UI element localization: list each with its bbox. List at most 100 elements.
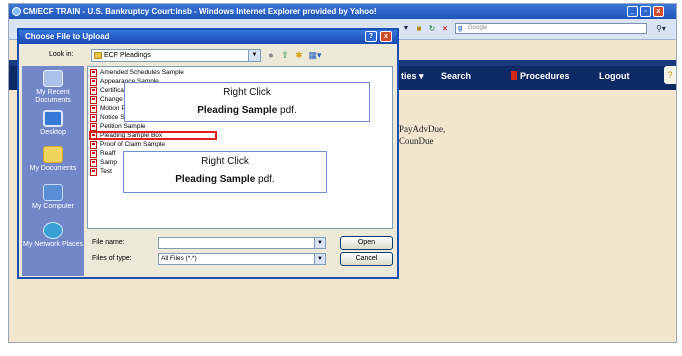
callout-line-1: Right Click bbox=[223, 87, 271, 98]
place-label: My Recent Documents bbox=[35, 89, 71, 104]
maximize-button[interactable]: ▫ bbox=[640, 6, 651, 17]
file-item-label: Reaff bbox=[100, 150, 116, 157]
place-my-network-places[interactable]: My Network Places bbox=[22, 222, 84, 249]
pdf-file-icon bbox=[90, 105, 97, 113]
callout-line-2: Pleading Sample pdf. bbox=[124, 174, 326, 185]
pdf-file-icon bbox=[90, 123, 97, 131]
pdf-file-icon bbox=[90, 150, 97, 158]
desktop-icon bbox=[43, 110, 63, 127]
pdf-file-icon bbox=[90, 159, 97, 167]
file-item[interactable]: Reaff bbox=[90, 150, 115, 158]
file-item[interactable]: Test bbox=[90, 168, 112, 176]
procedures-icon bbox=[511, 71, 517, 80]
browser-title-bar: CM/ECF TRAIN - U.S. Bankruptcy Court:ins… bbox=[9, 4, 676, 19]
address-dropdown-icon[interactable]: ▼ bbox=[401, 23, 411, 34]
refresh-icon[interactable]: ↻ bbox=[426, 23, 438, 34]
folder-icon bbox=[94, 52, 102, 59]
highlight-box bbox=[89, 131, 217, 140]
network-icon bbox=[43, 222, 63, 239]
callout-filename: Pleading Sample bbox=[175, 174, 256, 185]
place-label: My Network Places bbox=[23, 241, 83, 248]
place-my-computer[interactable]: My Computer bbox=[22, 184, 84, 211]
file-name-input[interactable]: ▼ bbox=[158, 237, 326, 249]
close-window-button[interactable]: x bbox=[653, 6, 664, 17]
search-icon[interactable]: ⚲▾ bbox=[652, 22, 670, 35]
dialog-help-button[interactable]: ? bbox=[365, 31, 377, 42]
nav-utilities[interactable]: ties ▾ bbox=[401, 71, 424, 82]
page-text-line: PayAdvDue, bbox=[399, 124, 446, 134]
look-in-label: Look in: bbox=[49, 51, 74, 58]
dialog-title: Choose File to Upload bbox=[25, 32, 110, 41]
callout-filename: Pleading Sample bbox=[197, 105, 278, 116]
dialog-close-button[interactable]: x bbox=[380, 31, 392, 42]
callout-line-1: Right Click bbox=[201, 156, 249, 167]
callout-suffix: pdf. bbox=[255, 174, 275, 185]
file-item[interactable]: Petition Sample bbox=[90, 123, 146, 131]
browser-window: CM/ECF TRAIN - U.S. Bankruptcy Court:ins… bbox=[8, 3, 677, 343]
cancel-button[interactable]: Cancel bbox=[340, 252, 393, 266]
look-in-select[interactable]: ECF Pleadings ▼ bbox=[91, 49, 261, 62]
file-item-label: Samp bbox=[100, 159, 117, 166]
views-menu-icon[interactable]: ▦▾ bbox=[307, 49, 323, 62]
pdf-file-icon bbox=[90, 87, 97, 95]
back-icon[interactable]: ● bbox=[265, 49, 277, 62]
dialog-title-bar: Choose File to Upload ? x bbox=[19, 30, 397, 44]
stop-icon[interactable]: × bbox=[439, 23, 451, 34]
chevron-down-icon[interactable]: ▼ bbox=[314, 254, 325, 264]
file-name-label: File name: bbox=[92, 239, 125, 246]
file-type-label: Files of type: bbox=[92, 255, 132, 262]
callout-line-2: Pleading Sample pdf. bbox=[125, 105, 369, 116]
up-folder-icon[interactable]: ⇧ bbox=[279, 49, 291, 62]
help-icon[interactable]: ? bbox=[664, 66, 676, 84]
file-type-value: All Files (*.*) bbox=[161, 255, 197, 262]
google-icon: g bbox=[458, 25, 463, 32]
file-item[interactable]: Samp bbox=[90, 159, 117, 167]
pdf-file-icon bbox=[90, 141, 97, 149]
computer-icon bbox=[43, 184, 63, 201]
minimize-button[interactable]: _ bbox=[627, 6, 638, 17]
file-item-label: Proof of Claim Sample bbox=[100, 141, 166, 148]
place-desktop[interactable]: Desktop bbox=[22, 110, 84, 137]
place-label: My Computer bbox=[31, 203, 74, 210]
pdf-file-icon bbox=[90, 114, 97, 122]
ie-logo-icon bbox=[12, 7, 21, 16]
place-my-documents[interactable]: My Documents bbox=[22, 146, 84, 173]
file-item[interactable]: Amended Schedules Sample bbox=[90, 69, 184, 77]
file-item-label: Petition Sample bbox=[100, 123, 146, 130]
place-label: Desktop bbox=[40, 129, 66, 136]
chevron-down-icon[interactable]: ▼ bbox=[314, 238, 325, 248]
file-item[interactable]: Certificat bbox=[90, 87, 126, 95]
chevron-down-icon[interactable]: ▼ bbox=[248, 50, 260, 61]
look-in-value: ECF Pleadings bbox=[104, 52, 151, 59]
file-item-label: Certificat bbox=[100, 87, 126, 94]
nav-procedures[interactable]: Procedures bbox=[511, 71, 570, 81]
file-item[interactable]: Notice Sa bbox=[90, 114, 128, 122]
file-item-label: Amended Schedules Sample bbox=[100, 69, 184, 76]
file-item-label: Test bbox=[100, 168, 112, 175]
browser-title: CM/ECF TRAIN - U.S. Bankruptcy Court:ins… bbox=[23, 7, 377, 16]
open-button[interactable]: Open bbox=[340, 236, 393, 250]
place-my-recent-documents[interactable]: My Recent Documents bbox=[22, 70, 84, 105]
nav-procedures-label: Procedures bbox=[520, 71, 570, 81]
file-type-select[interactable]: All Files (*.*) ▼ bbox=[158, 253, 326, 265]
place-label: My Documents bbox=[29, 165, 77, 172]
recent-documents-icon bbox=[43, 70, 63, 87]
pdf-file-icon bbox=[90, 78, 97, 86]
file-item[interactable]: Change o bbox=[90, 96, 128, 104]
pdf-file-icon bbox=[90, 69, 97, 77]
instruction-callout: Right Click Pleading Sample pdf. bbox=[124, 82, 370, 122]
google-search-box[interactable]: g Google bbox=[455, 23, 647, 34]
lock-icon[interactable]: ■ bbox=[413, 23, 425, 34]
page-text-line: CounDue bbox=[399, 136, 434, 146]
pdf-file-icon bbox=[90, 168, 97, 176]
instruction-callout: Right Click Pleading Sample pdf. bbox=[123, 151, 327, 193]
nav-logout[interactable]: Logout bbox=[599, 71, 630, 81]
new-folder-icon[interactable]: ✱ bbox=[293, 49, 305, 62]
file-item[interactable]: Proof of Claim Sample bbox=[90, 141, 165, 149]
nav-search[interactable]: Search bbox=[441, 71, 471, 81]
my-documents-icon bbox=[43, 146, 63, 163]
callout-suffix: pdf. bbox=[277, 105, 297, 116]
google-search-placeholder: Google bbox=[468, 25, 488, 31]
pdf-file-icon bbox=[90, 96, 97, 104]
places-bar: My Recent Documents Desktop My Documents… bbox=[22, 66, 84, 276]
